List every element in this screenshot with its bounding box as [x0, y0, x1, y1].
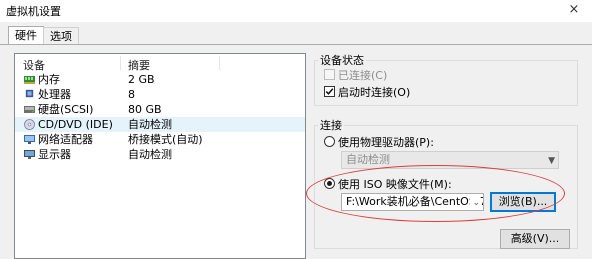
- network-adapter-icon: [24, 135, 35, 144]
- advanced-button[interactable]: 高级(V)...: [500, 229, 570, 249]
- device-row-network-adapter[interactable]: 网络适配器 桥接模式(自动): [15, 132, 305, 147]
- device-name: CD/DVD (IDE): [38, 118, 113, 131]
- hard-disk-icon: [24, 106, 35, 113]
- checkmark-icon: [325, 88, 334, 95]
- column-separator[interactable]: [120, 56, 121, 70]
- device-name: 内存: [38, 73, 60, 86]
- use-physical-drive-label: 使用物理驱动器(P):: [338, 136, 434, 149]
- window-title: 虚拟机设置: [6, 5, 61, 18]
- tab-strip: [0, 22, 592, 44]
- device-summary: 8: [128, 88, 135, 101]
- device-row-cd-dvd[interactable]: CD/DVD (IDE) 自动检测: [15, 117, 305, 132]
- highlight-ellipse: [306, 165, 565, 222]
- memory-icon: [24, 76, 35, 84]
- connected-label: 已连接(C): [338, 69, 388, 82]
- device-summary: 自动检测: [128, 148, 172, 161]
- device-status-title: 设备状态: [318, 52, 366, 68]
- use-physical-drive-radio[interactable]: [324, 136, 335, 147]
- column-header-device[interactable]: 设备: [23, 57, 45, 73]
- connect-at-power-on-label: 启动时连接(O): [338, 86, 411, 99]
- device-row-display[interactable]: 显示器 自动检测: [15, 147, 305, 162]
- device-row-hard-disk[interactable]: 硬盘(SCSI) 80 GB: [15, 102, 305, 117]
- title-bar: [0, 0, 592, 22]
- column-separator[interactable]: [219, 56, 220, 70]
- device-summary: 自动检测: [128, 118, 172, 131]
- connection-title: 连接: [318, 117, 344, 133]
- device-row-processor[interactable]: 处理器 8: [15, 87, 305, 102]
- column-header-summary[interactable]: 摘要: [128, 57, 150, 73]
- tab-hardware[interactable]: 硬件: [8, 26, 44, 45]
- close-icon[interactable]: ×: [566, 2, 582, 18]
- device-row-memory[interactable]: 内存 2 GB: [15, 72, 305, 87]
- device-name: 处理器: [38, 88, 71, 101]
- device-name: 网络适配器: [38, 133, 93, 146]
- cd-dvd-icon: [24, 119, 35, 130]
- connected-checkbox[interactable]: [324, 69, 335, 80]
- device-name: 显示器: [38, 148, 71, 161]
- device-summary: 桥接模式(自动): [128, 133, 203, 146]
- processor-icon: [25, 89, 34, 98]
- physical-drive-value: 自动检测: [346, 153, 390, 166]
- device-summary: 2 GB: [128, 73, 155, 86]
- connect-at-power-on-checkbox[interactable]: [324, 86, 335, 97]
- tab-options[interactable]: 选项: [43, 27, 79, 44]
- device-summary: 80 GB: [128, 103, 162, 116]
- device-name: 硬盘(SCSI): [38, 103, 94, 116]
- display-icon: [24, 150, 35, 159]
- chevron-down-icon: ▼: [548, 156, 555, 166]
